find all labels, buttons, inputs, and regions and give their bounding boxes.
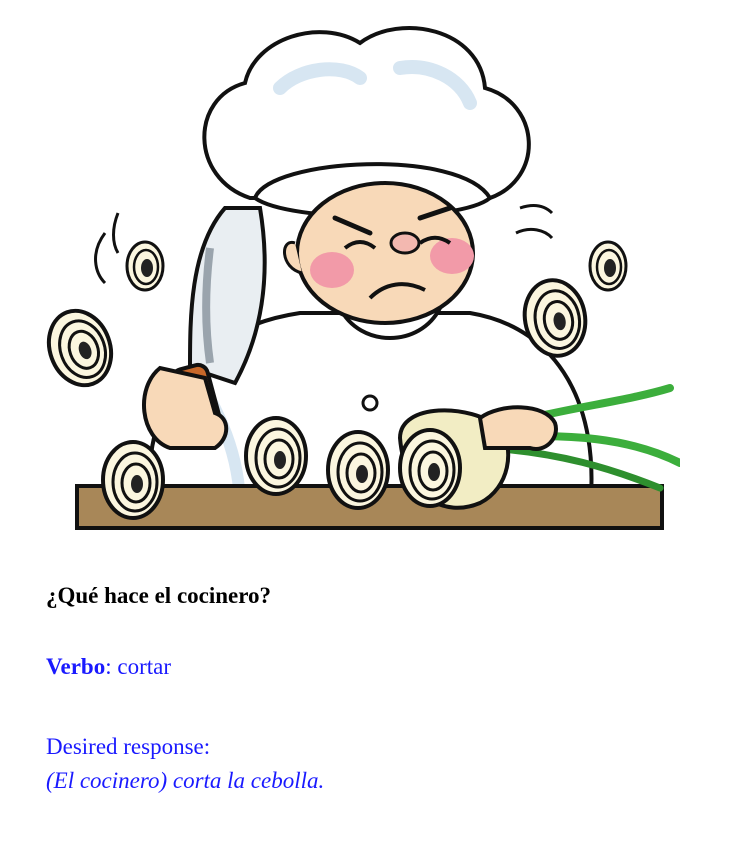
chef-illustration (40, 26, 680, 530)
desired-response-answer: (El cocinero) corta la cebolla. (46, 768, 325, 793)
verb-label: Verbo (46, 654, 106, 679)
verb-line: Verbo: cortar (46, 654, 171, 680)
question-text: ¿Qué hace el cocinero? (46, 583, 272, 608)
verb-value: cortar (117, 654, 171, 679)
right-hand (477, 405, 558, 451)
verb-separator: : (105, 654, 118, 679)
desired-response-label: Desired response: (46, 734, 211, 759)
desired-response: Desired response: (El cocinero) corta la… (46, 730, 324, 798)
